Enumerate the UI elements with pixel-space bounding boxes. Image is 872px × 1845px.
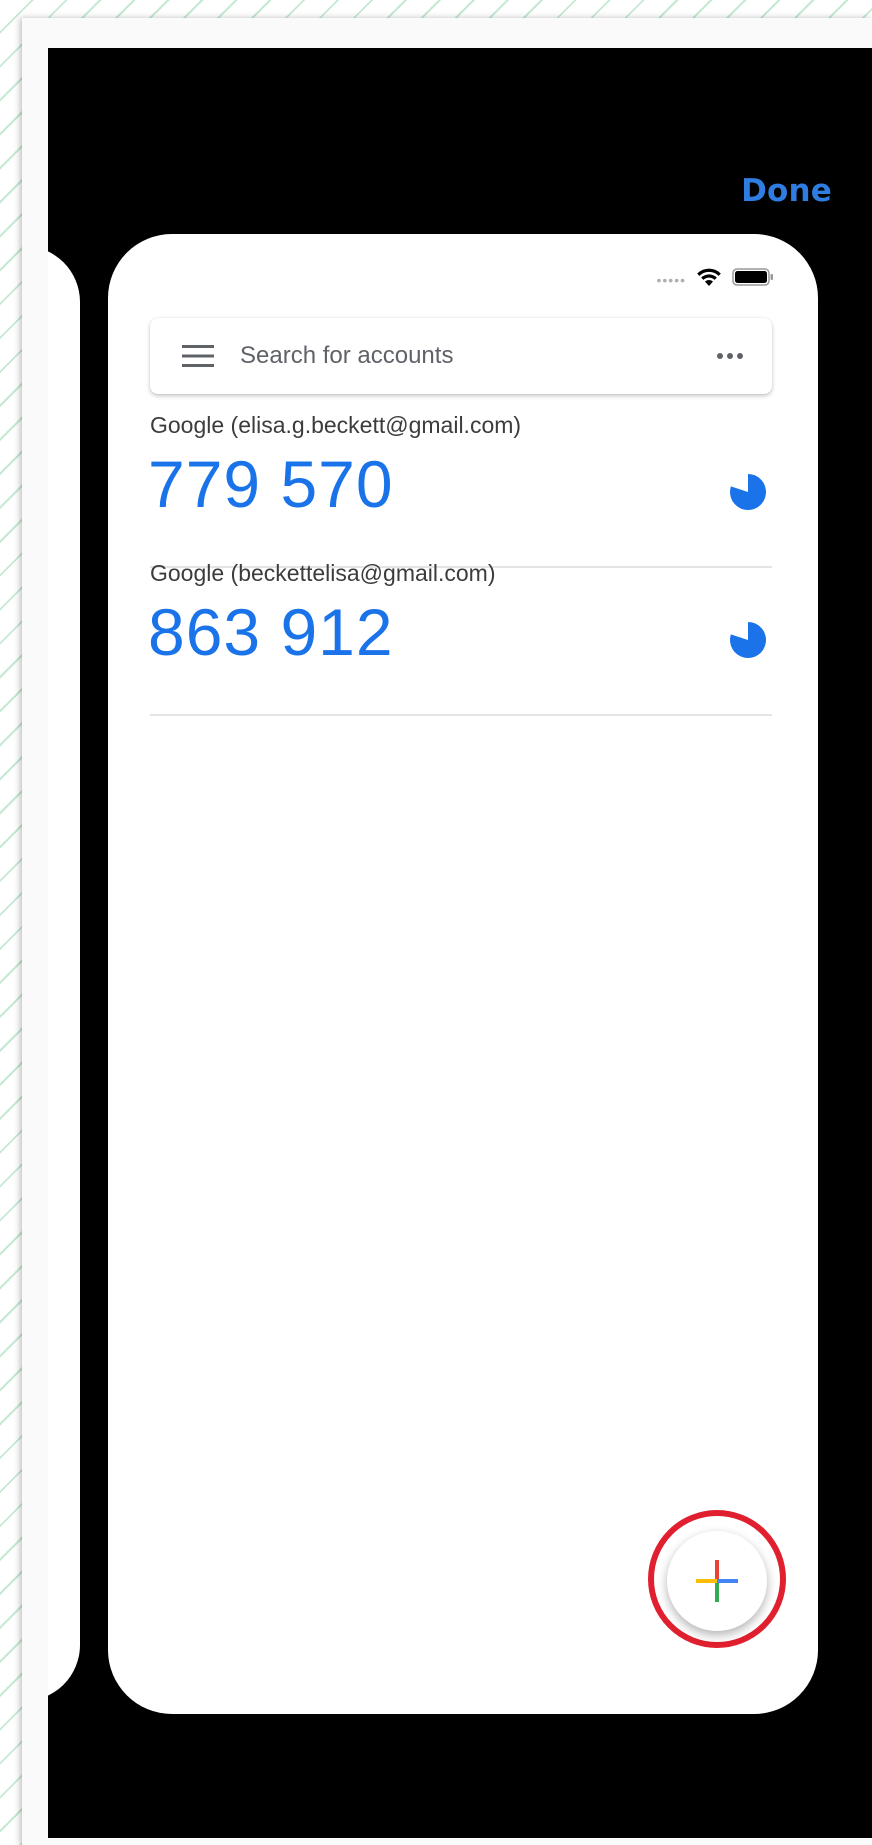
- wifi-icon: [697, 268, 721, 286]
- previous-app-card[interactable]: [48, 246, 80, 1701]
- add-plus-icon: [696, 1560, 738, 1602]
- countdown-timer-icon: [730, 474, 767, 510]
- account-item[interactable]: Google (beckettelisa@gmail.com) 863 912: [148, 544, 772, 716]
- authenticator-app-card[interactable]: ••••• Search for accounts Google (elisa.…: [108, 234, 818, 1714]
- hamburger-menu-icon[interactable]: [182, 345, 214, 367]
- countdown-timer-icon: [730, 622, 767, 658]
- account-label: Google (beckettelisa@gmail.com): [150, 560, 496, 586]
- add-account-button[interactable]: [667, 1531, 767, 1631]
- status-bar: •••••: [656, 264, 774, 290]
- more-options-icon[interactable]: [712, 340, 748, 372]
- done-button[interactable]: Done: [741, 173, 832, 209]
- signal-dots-icon: •••••: [656, 272, 686, 288]
- account-label: Google (elisa.g.beckett@gmail.com): [150, 412, 522, 438]
- battery-icon: [732, 268, 773, 286]
- search-bar[interactable]: Search for accounts: [150, 318, 772, 394]
- page: Done ••••• Search for accounts Google (e…: [0, 0, 872, 1845]
- verification-code[interactable]: 779 570: [148, 444, 394, 524]
- verification-code[interactable]: 863 912: [148, 592, 394, 672]
- account-item[interactable]: Google (elisa.g.beckett@gmail.com) 779 5…: [148, 396, 772, 568]
- search-input[interactable]: Search for accounts: [240, 340, 453, 372]
